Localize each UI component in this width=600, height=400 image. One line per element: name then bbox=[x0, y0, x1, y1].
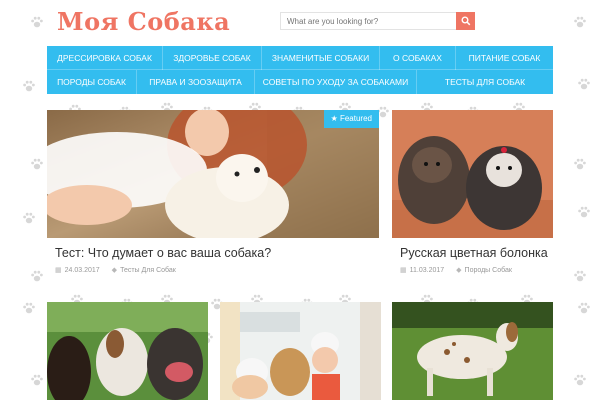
post-image-kids-with-dog[interactable] bbox=[220, 302, 381, 400]
menu-item-about-dogs[interactable]: О СОБАКАХ bbox=[380, 46, 456, 70]
paw-print-icon bbox=[22, 210, 36, 224]
post-image-english-setter[interactable] bbox=[392, 302, 553, 400]
paw-print-icon bbox=[573, 14, 587, 28]
paw-print-icon bbox=[22, 300, 36, 314]
search-button[interactable] bbox=[456, 12, 475, 30]
featured-badge: ★ Featured bbox=[323, 110, 379, 128]
paw-print-icon bbox=[30, 268, 44, 282]
menu-row-1: ДРЕССИРОВКА СОБАК ЗДОРОВЬЕ СОБАК ЗНАМЕНИ… bbox=[47, 46, 553, 70]
menu-item-tests[interactable]: ТЕСТЫ ДЛЯ СОБАК bbox=[417, 70, 553, 94]
search-input[interactable] bbox=[280, 12, 475, 30]
menu-item-health[interactable]: ЗДОРОВЬЕ СОБАК bbox=[163, 46, 262, 70]
paw-print-icon bbox=[30, 372, 44, 386]
paw-print-icon bbox=[577, 76, 591, 90]
paw-print-icon bbox=[573, 156, 587, 170]
calendar-icon: ▦ bbox=[400, 267, 407, 274]
post-category-link[interactable]: Породы Собак bbox=[465, 267, 512, 274]
post-card-bolonka[interactable]: Русская цветная болонка ▦ 11.03.2017 ◆ Пор… bbox=[392, 110, 553, 280]
star-icon: ★ bbox=[330, 114, 338, 123]
main-navigation: ДРЕССИРОВКА СОБАК ЗДОРОВЬЕ СОБАК ЗНАМЕНИ… bbox=[47, 46, 553, 94]
post-card-kids-with-dog[interactable] bbox=[220, 302, 381, 400]
menu-item-famous-dogs[interactable]: ЗНАМЕНИТЫЕ СОБАКИ bbox=[262, 46, 380, 70]
tag-icon: ◆ bbox=[456, 267, 462, 274]
post-title[interactable]: Русская цветная болонка bbox=[400, 246, 548, 260]
menu-item-training[interactable]: ДРЕССИРОВКА СОБАК bbox=[47, 46, 163, 70]
paw-print-icon bbox=[30, 156, 44, 170]
menu-item-breeds[interactable]: ПОРОДЫ СОБАК bbox=[47, 70, 137, 94]
paw-print-icon bbox=[30, 14, 44, 28]
post-image-bolonka[interactable] bbox=[392, 110, 553, 238]
paw-print-icon bbox=[573, 268, 587, 282]
paw-print-icon bbox=[577, 300, 591, 314]
page-wrapper: Моя Собака ДРЕССИРОВКА СОБАК ЗДОРОВЬЕ СО… bbox=[47, 0, 553, 400]
featured-post-card[interactable]: ★ Featured Тест: Что думает о вас ваша с… bbox=[47, 110, 379, 280]
calendar-icon: ▦ bbox=[55, 267, 62, 274]
site-logo[interactable]: Моя Собака bbox=[57, 7, 230, 36]
search-icon bbox=[461, 16, 470, 26]
menu-item-care-tips[interactable]: СОВЕТЫ ПО УХОДУ ЗА СОБАКАМИ bbox=[255, 70, 417, 94]
paw-print-icon bbox=[22, 78, 36, 92]
post-meta: ▦ 24.03.2017 ◆ Тесты Для Собак bbox=[55, 267, 176, 274]
post-title[interactable]: Тест: Что думает о вас ваша собака? bbox=[55, 246, 271, 260]
menu-row-2: ПОРОДЫ СОБАК ПРАВА И ЗООЗАЩИТА СОВЕТЫ ПО… bbox=[47, 70, 553, 94]
post-card-setters[interactable] bbox=[47, 302, 208, 400]
menu-item-rights[interactable]: ПРАВА И ЗООЗАЩИТА bbox=[137, 70, 255, 94]
paw-print-icon bbox=[577, 204, 591, 218]
tag-icon: ◆ bbox=[111, 267, 118, 274]
menu-item-nutrition[interactable]: ПИТАНИЕ СОБАК bbox=[456, 46, 553, 70]
post-card-english-setter[interactable] bbox=[392, 302, 553, 400]
site-header: Моя Собака bbox=[47, 0, 553, 46]
paw-print-icon bbox=[573, 372, 587, 386]
post-category-link[interactable]: Тесты Для Собак bbox=[120, 267, 176, 274]
post-image-setters[interactable] bbox=[47, 302, 208, 400]
post-meta: ▦ 11.03.2017 ◆ Породы Собак bbox=[400, 267, 512, 274]
post-image-girl-with-dog[interactable]: ★ Featured bbox=[47, 110, 379, 238]
